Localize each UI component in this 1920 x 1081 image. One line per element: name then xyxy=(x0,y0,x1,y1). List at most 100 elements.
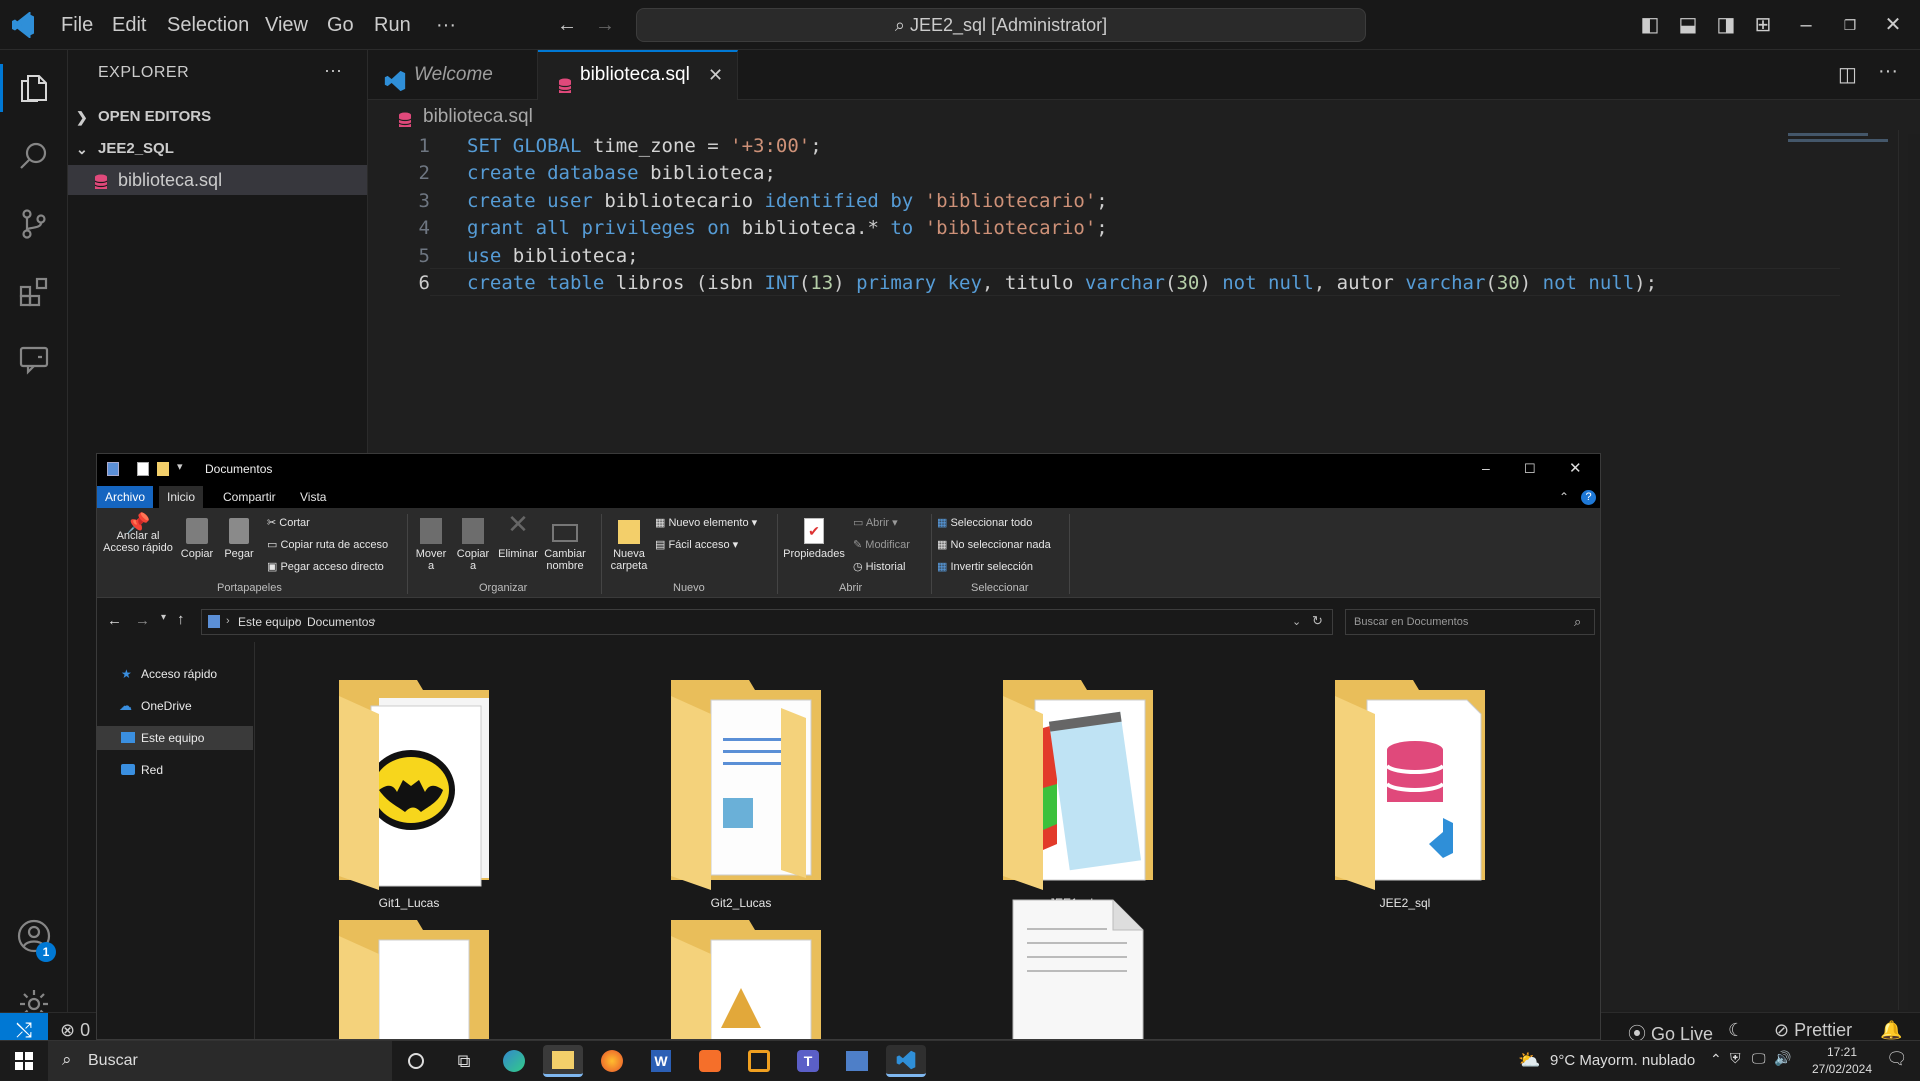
menu-edit[interactable]: Edit xyxy=(112,0,146,50)
breadcrumb-documentos[interactable]: Documentos xyxy=(307,615,374,629)
task-view-icon[interactable]: ⧉ xyxy=(444,1045,484,1077)
nav-item-este-equipo[interactable]: Este equipo xyxy=(97,726,253,750)
minimize-icon[interactable]: – xyxy=(1482,460,1490,476)
pin-quick-access-button[interactable]: 📌 Anclar al Acceso rápido xyxy=(103,514,173,554)
split-editor-icon[interactable]: ◫ xyxy=(1838,62,1857,87)
copy-button[interactable]: Copiar xyxy=(177,518,217,560)
modify-button[interactable]: ✎ Modificar xyxy=(853,538,910,551)
invert-selection-button[interactable]: ▦ Invertir selección xyxy=(937,560,1033,573)
file-explorer-taskbar-icon[interactable] xyxy=(543,1045,583,1077)
menu-view[interactable]: View xyxy=(265,0,308,50)
tab-compartir[interactable]: Compartir xyxy=(215,486,284,508)
quick-access-dropdown-icon[interactable]: ▾ xyxy=(177,460,183,473)
notification-center-icon[interactable]: 🗨 xyxy=(1886,1049,1908,1069)
prettier-button[interactable]: ⊘ Prettier xyxy=(1774,1020,1852,1041)
network-tool-icon[interactable] xyxy=(837,1045,877,1077)
source-control-icon[interactable] xyxy=(0,190,68,258)
clock-time[interactable]: 17:21 xyxy=(1812,1045,1872,1059)
weather-icon[interactable]: ⛅ xyxy=(1518,1050,1540,1071)
history-button[interactable]: ◷ Historial xyxy=(853,560,905,573)
copy-to-button[interactable]: Copiar a xyxy=(453,518,493,572)
taskbar-search-box[interactable]: ⌕ Buscar xyxy=(48,1041,392,1081)
teams-icon[interactable]: T xyxy=(788,1045,828,1077)
vertical-scrollbar[interactable] xyxy=(1898,130,1908,1010)
customize-layout-icon[interactable]: ⊞ xyxy=(1750,12,1776,38)
chevron-down-icon[interactable]: ⌄ xyxy=(1292,615,1301,628)
menu-go[interactable]: Go xyxy=(327,0,354,50)
easy-access-button[interactable]: ▤ Fácil acceso ▾ xyxy=(655,538,738,551)
menu-more[interactable]: ··· xyxy=(436,0,456,50)
open-button[interactable]: ▭ Abrir ▾ xyxy=(853,516,898,529)
new-folder-icon[interactable] xyxy=(157,462,169,476)
tab-welcome[interactable]: Welcome xyxy=(368,50,538,100)
delete-button[interactable]: ✕ Eliminar xyxy=(497,511,539,560)
open-editors-section[interactable]: ❯ OPEN EDITORS xyxy=(68,102,367,132)
firefox-icon[interactable] xyxy=(592,1045,632,1077)
nav-item-onedrive[interactable]: ☁ OneDrive xyxy=(97,694,253,718)
copy-path-button[interactable]: ▭ Copiar ruta de acceso xyxy=(267,538,388,551)
virtual-machine-icon[interactable] xyxy=(739,1045,779,1077)
cortana-icon[interactable] xyxy=(396,1045,436,1077)
folder-item[interactable]: Git1_Lucas xyxy=(319,668,499,918)
network-icon[interactable]: 🖵 xyxy=(1752,1050,1766,1067)
moon-icon[interactable]: ☾ xyxy=(1728,1020,1744,1041)
toggle-secondary-sidebar-icon[interactable]: ◨ xyxy=(1713,12,1739,38)
volume-icon[interactable]: 🔊 xyxy=(1774,1050,1791,1067)
breadcrumb-este-equipo[interactable]: Este equipo xyxy=(238,615,301,629)
defender-icon[interactable]: ⛨ xyxy=(1730,1050,1741,1067)
checklist-icon[interactable] xyxy=(137,462,149,476)
back-arrow-icon[interactable]: ← xyxy=(107,612,122,629)
address-bar[interactable]: › Este equipo › Documentos › ⌄ ↻ xyxy=(201,609,1333,635)
command-center[interactable]: ⌕ JEE2_sql [Administrator] xyxy=(636,8,1366,42)
minimize-icon[interactable]: – xyxy=(1793,12,1819,38)
nav-item-red[interactable]: Red xyxy=(97,758,253,782)
forward-arrow-icon[interactable]: → xyxy=(135,612,150,629)
weather-text[interactable]: 9°C Mayorm. nublado xyxy=(1550,1052,1695,1069)
up-arrow-icon[interactable]: ↑ xyxy=(177,611,185,628)
more-actions-icon[interactable]: ··· xyxy=(1878,60,1898,83)
folder-item[interactable] xyxy=(319,908,499,1039)
remote-explorer-icon[interactable] xyxy=(0,326,68,394)
menu-selection[interactable]: Selection xyxy=(167,0,249,50)
folder-item[interactable]: Git2_Lucas xyxy=(651,668,831,918)
collapse-ribbon-icon[interactable]: ⌃ xyxy=(1559,490,1569,504)
menu-file[interactable]: File xyxy=(61,0,93,50)
nav-item-acceso-rapido[interactable]: ★ Acceso rápido xyxy=(97,662,253,686)
tab-biblioteca-sql[interactable]: biblioteca.sql ✕ xyxy=(538,50,738,101)
show-hidden-icons[interactable]: ⌃ xyxy=(1710,1051,1722,1068)
new-item-button[interactable]: ▦ Nuevo elemento ▾ xyxy=(655,516,757,529)
tab-close-icon[interactable]: ✕ xyxy=(708,50,723,100)
maximize-icon[interactable]: ☐ xyxy=(1524,461,1536,477)
properties-button[interactable]: ✔ Propiedades xyxy=(781,518,847,560)
search-input[interactable]: Buscar en Documentos ⌕ xyxy=(1345,609,1595,635)
word-icon[interactable]: W xyxy=(641,1045,681,1077)
clock-date[interactable]: 27/02/2024 xyxy=(1804,1062,1880,1076)
restore-icon[interactable]: ❐ xyxy=(1837,12,1863,38)
properties-icon[interactable] xyxy=(107,462,119,476)
forward-arrow-icon[interactable]: → xyxy=(592,12,618,38)
cut-button[interactable]: ✂ Cortar xyxy=(267,516,310,529)
accounts-icon[interactable]: 1 xyxy=(0,902,68,970)
new-folder-button[interactable]: Nueva carpeta xyxy=(607,518,651,572)
menu-run[interactable]: Run xyxy=(374,0,411,50)
folder-section-jee2-sql[interactable]: ⌄ JEE2_SQL xyxy=(68,134,367,164)
folder-item[interactable] xyxy=(651,908,831,1039)
refresh-icon[interactable]: ↻ xyxy=(1312,613,1323,629)
rename-button[interactable]: Cambiar nombre xyxy=(543,518,587,572)
search-icon[interactable] xyxy=(0,122,68,190)
more-actions-button[interactable]: ··· xyxy=(324,60,342,81)
folder-item[interactable]: JEE1_sh xyxy=(983,668,1163,918)
tab-archivo[interactable]: Archivo xyxy=(97,486,154,508)
toggle-primary-sidebar-icon[interactable]: ◧ xyxy=(1637,12,1663,38)
edge-icon[interactable] xyxy=(494,1045,534,1077)
breadcrumb[interactable]: biblioteca.sql xyxy=(368,100,1920,134)
file-item-biblioteca[interactable]: biblioteca.sql xyxy=(68,165,367,195)
close-icon[interactable]: ✕ xyxy=(1880,12,1906,38)
xampp-icon[interactable] xyxy=(690,1045,730,1077)
select-all-button[interactable]: ▦ Seleccionar todo xyxy=(937,516,1032,529)
minimap[interactable] xyxy=(1788,130,1908,150)
file-item[interactable] xyxy=(983,898,1163,1039)
paste-button[interactable]: Pegar xyxy=(219,518,259,560)
notifications-bell-icon[interactable]: 🔔 xyxy=(1880,1020,1902,1041)
vscode-taskbar-icon[interactable] xyxy=(886,1045,926,1077)
